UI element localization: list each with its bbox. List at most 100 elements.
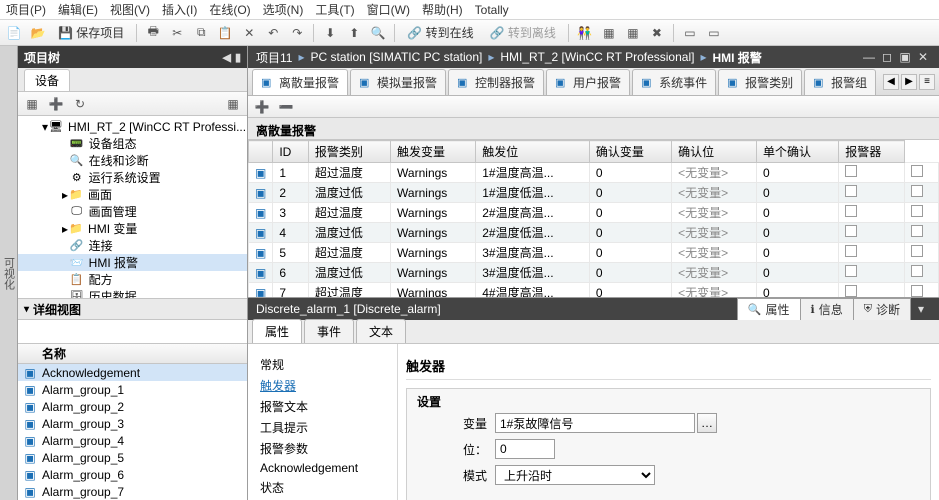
table-row[interactable]: ▣7超过温度Warnings4#温度高温...0<无变量>0 — [249, 283, 939, 299]
undo-icon[interactable]: ↶ — [263, 23, 283, 43]
copy-icon[interactable]: ⧉ — [191, 23, 211, 43]
properties-top-tab[interactable]: 🔍属性 — [737, 298, 801, 320]
redo-icon[interactable]: ↷ — [287, 23, 307, 43]
tree-item[interactable]: 📋配方 — [18, 271, 247, 288]
tree-root[interactable]: ▾ 🖥HMI_RT_2 [WinCC RT Professi... — [18, 118, 247, 135]
column-header[interactable]: 确认位 — [672, 141, 757, 163]
menu-item[interactable]: 插入(I) — [162, 1, 197, 18]
properties-nav-item[interactable]: 常规 — [252, 354, 393, 375]
detail-list[interactable]: ▣Acknowledgement▣Alarm_group_1▣Alarm_gro… — [18, 364, 247, 500]
tree-add-icon[interactable]: ➕ — [46, 94, 66, 114]
menu-item[interactable]: 工具(T) — [315, 1, 354, 18]
properties-top-tab[interactable]: ℹ信息 — [800, 298, 854, 320]
tab-nav-right-icon[interactable]: ▶ — [901, 74, 917, 90]
column-header[interactable]: 触发位 — [476, 141, 590, 163]
print-icon[interactable]: 🖶 — [143, 23, 163, 43]
new-project-icon[interactable]: 📄 — [4, 23, 24, 43]
detail-list-item[interactable]: ▣Alarm_group_7 — [18, 483, 247, 500]
properties-subtab[interactable]: 属性 — [252, 319, 302, 343]
detail-list-item[interactable]: ▣Acknowledgement — [18, 364, 247, 381]
detail-view-header[interactable]: ▾详细视图 — [18, 298, 247, 320]
column-header[interactable]: 确认变量 — [589, 141, 671, 163]
bit-input[interactable] — [495, 439, 555, 459]
detail-list-item[interactable]: ▣Alarm_group_5 — [18, 449, 247, 466]
tree-item[interactable]: 🔍在线和诊断 — [18, 152, 247, 169]
properties-subtab[interactable]: 事件 — [304, 319, 354, 343]
table-row[interactable]: ▣1超过温度Warnings1#温度高温...0<无变量>0 — [249, 163, 939, 183]
alarm-tab[interactable]: ▣用户报警 — [546, 69, 630, 95]
sim-icon[interactable]: ▦ — [623, 23, 643, 43]
breadcrumb-item[interactable]: HMI_RT_2 [WinCC RT Professional] — [500, 50, 694, 64]
maximize-window-icon[interactable]: ▣ — [897, 50, 913, 64]
variable-input[interactable] — [495, 413, 695, 433]
alarm-tab[interactable]: ▣模拟量报警 — [350, 69, 446, 95]
close-tool-icon[interactable]: ✖ — [647, 23, 667, 43]
alarm-tab[interactable]: ▣系统事件 — [632, 69, 716, 95]
properties-nav-item[interactable]: 报警文本 — [252, 396, 393, 417]
column-header[interactable]: 报警器 — [839, 141, 905, 163]
tree-item[interactable]: 🔗连接 — [18, 237, 247, 254]
search-icon[interactable]: 🔍 — [368, 23, 388, 43]
variable-browse-button[interactable]: … — [697, 413, 717, 433]
tree-item[interactable]: ▸ 📁画面 — [18, 186, 247, 203]
menu-item[interactable]: 项目(P) — [6, 1, 46, 18]
properties-nav[interactable]: 常规触发器报警文本工具提示报警参数Acknowledgement状态报警器显示抑… — [248, 344, 398, 500]
properties-subtab[interactable]: 文本 — [356, 319, 406, 343]
detail-list-item[interactable]: ▣Alarm_group_6 — [18, 466, 247, 483]
delete-row-icon[interactable]: ➖ — [276, 97, 296, 117]
table-row[interactable]: ▣5超过温度Warnings3#温度高温...0<无变量>0 — [249, 243, 939, 263]
properties-nav-item[interactable]: 触发器 — [252, 375, 393, 396]
tab-nav-menu-icon[interactable]: ≡ — [919, 74, 935, 90]
mode-select[interactable]: 上升沿时 — [495, 465, 655, 485]
upload-icon[interactable]: ⬆ — [344, 23, 364, 43]
device-tab[interactable]: 设备 — [24, 69, 70, 91]
alarm-tab[interactable]: ▣报警类别 — [718, 69, 802, 95]
tree-item[interactable]: 📟设备组态 — [18, 135, 247, 152]
compare-icon[interactable]: ▦ — [599, 23, 619, 43]
tool-icon[interactable]: 👫 — [575, 23, 595, 43]
open-icon[interactable]: 📂 — [28, 23, 48, 43]
detail-list-item[interactable]: ▣Alarm_group_4 — [18, 432, 247, 449]
column-header[interactable]: 报警类别 — [308, 141, 390, 163]
breadcrumb-item[interactable]: PC station [SIMATIC PC station] — [311, 50, 483, 64]
tree-item[interactable]: 🗄历史数据 — [18, 288, 247, 298]
alarm-tab[interactable]: ▣离散量报警 — [252, 69, 348, 95]
column-header[interactable]: 触发变量 — [391, 141, 476, 163]
pin-icon[interactable]: ▮ — [235, 51, 241, 64]
table-row[interactable]: ▣2温度过低Warnings1#温度低温...0<无变量>0 — [249, 183, 939, 203]
project-tree[interactable]: ▾ 🖥HMI_RT_2 [WinCC RT Professi... 📟设备组态 … — [18, 116, 247, 298]
breadcrumb-item[interactable]: HMI 报警 — [712, 49, 761, 66]
delete-icon[interactable]: ✕ — [239, 23, 259, 43]
save-project-button[interactable]: 💾 保存项目 — [52, 24, 130, 41]
tree-refresh-icon[interactable]: ↻ — [70, 94, 90, 114]
alarm-grid[interactable]: ID报警类别触发变量触发位确认变量确认位单个确认报警器▣1超过温度Warning… — [248, 140, 939, 298]
tree-item[interactable]: 🖵画面管理 — [18, 203, 247, 220]
collapse-icon[interactable]: ◀ — [222, 51, 230, 64]
detail-list-item[interactable]: ▣Alarm_group_2 — [18, 398, 247, 415]
properties-nav-item[interactable]: 工具提示 — [252, 417, 393, 438]
close-window-icon[interactable]: ✕ — [915, 50, 931, 64]
window1-icon[interactable]: ▭ — [680, 23, 700, 43]
tree-expand-icon[interactable]: ▦ — [22, 94, 42, 114]
menu-item[interactable]: 帮助(H) — [422, 1, 463, 18]
minimize-window-icon[interactable]: — — [861, 50, 877, 64]
detail-list-item[interactable]: ▣Alarm_group_1 — [18, 381, 247, 398]
props-menu-icon[interactable]: ▾ — [911, 302, 931, 316]
table-row[interactable]: ▣4温度过低Warnings2#温度低温...0<无变量>0 — [249, 223, 939, 243]
menu-item[interactable]: 在线(O) — [209, 1, 250, 18]
column-header[interactable] — [249, 141, 273, 163]
properties-nav-item[interactable]: Acknowledgement — [252, 459, 393, 477]
menu-item[interactable]: 选项(N) — [263, 1, 304, 18]
restore-window-icon[interactable]: ◻ — [879, 50, 895, 64]
menu-item[interactable]: 编辑(E) — [58, 1, 98, 18]
sidebar-collapse-tab[interactable]: 可视化 — [0, 46, 18, 500]
cut-icon[interactable]: ✂ — [167, 23, 187, 43]
alarm-tab[interactable]: ▣报警组 — [804, 69, 876, 95]
add-row-icon[interactable]: ➕ — [252, 97, 272, 117]
tree-item[interactable]: ▸ 📁HMI 变量 — [18, 220, 247, 237]
tree-settings-icon[interactable]: ▦ — [223, 94, 243, 114]
menu-item[interactable]: 视图(V) — [110, 1, 150, 18]
tree-item[interactable]: ⚙运行系统设置 — [18, 169, 247, 186]
table-row[interactable]: ▣3超过温度Warnings2#温度高温...0<无变量>0 — [249, 203, 939, 223]
properties-nav-item[interactable]: 状态 — [252, 477, 393, 498]
